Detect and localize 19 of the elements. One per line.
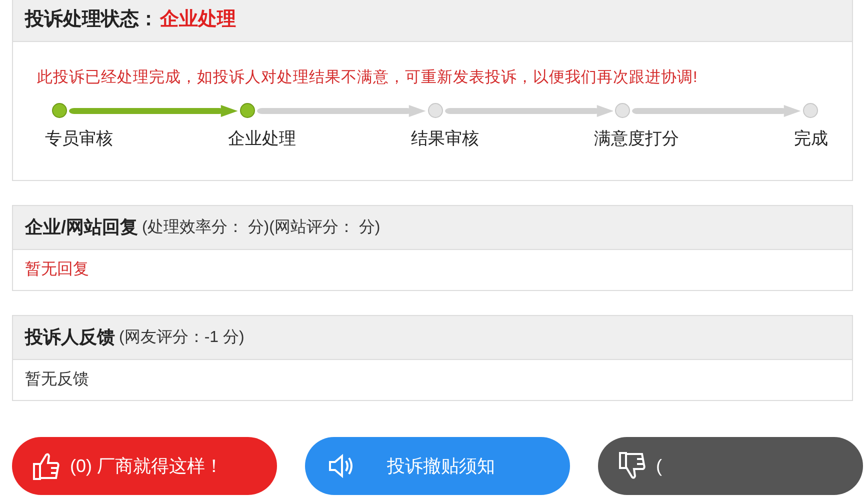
panel-note: (网友评分：-1 分) (119, 328, 244, 348)
status-text: 企业处理 (160, 8, 236, 32)
panel-title: 企业/网站回复 (25, 216, 138, 239)
notice-text: 此投诉已经处理完成，如投诉人对处理结果不满意，可重新发表投诉，以便我们再次跟进协调! (37, 68, 698, 88)
thumbs-down-icon (618, 451, 646, 481)
action-button[interactable]: (0) 厂商就得这样！ (12, 437, 277, 495)
thumbs-up-icon (32, 451, 60, 481)
step-label: 满意度打分 (594, 128, 679, 150)
action-button[interactable]: ( (598, 437, 863, 495)
panel-title: 投诉人反馈 (25, 326, 115, 349)
panel-body-text: 暂无反馈 (25, 371, 89, 388)
step-label: 结果审核 (411, 128, 479, 150)
panel-title: 投诉处理状态： (25, 8, 158, 32)
action-button[interactable]: 投诉撤贴须知 (305, 437, 570, 495)
step-label: 专员审核 (45, 128, 113, 150)
panel-body-text: 暂无回复 (25, 261, 89, 278)
step-label: 完成 (794, 128, 828, 150)
step-label: 企业处理 (228, 128, 296, 150)
panel-note: (处理效率分： 分)(网站评分： 分) (142, 218, 380, 238)
